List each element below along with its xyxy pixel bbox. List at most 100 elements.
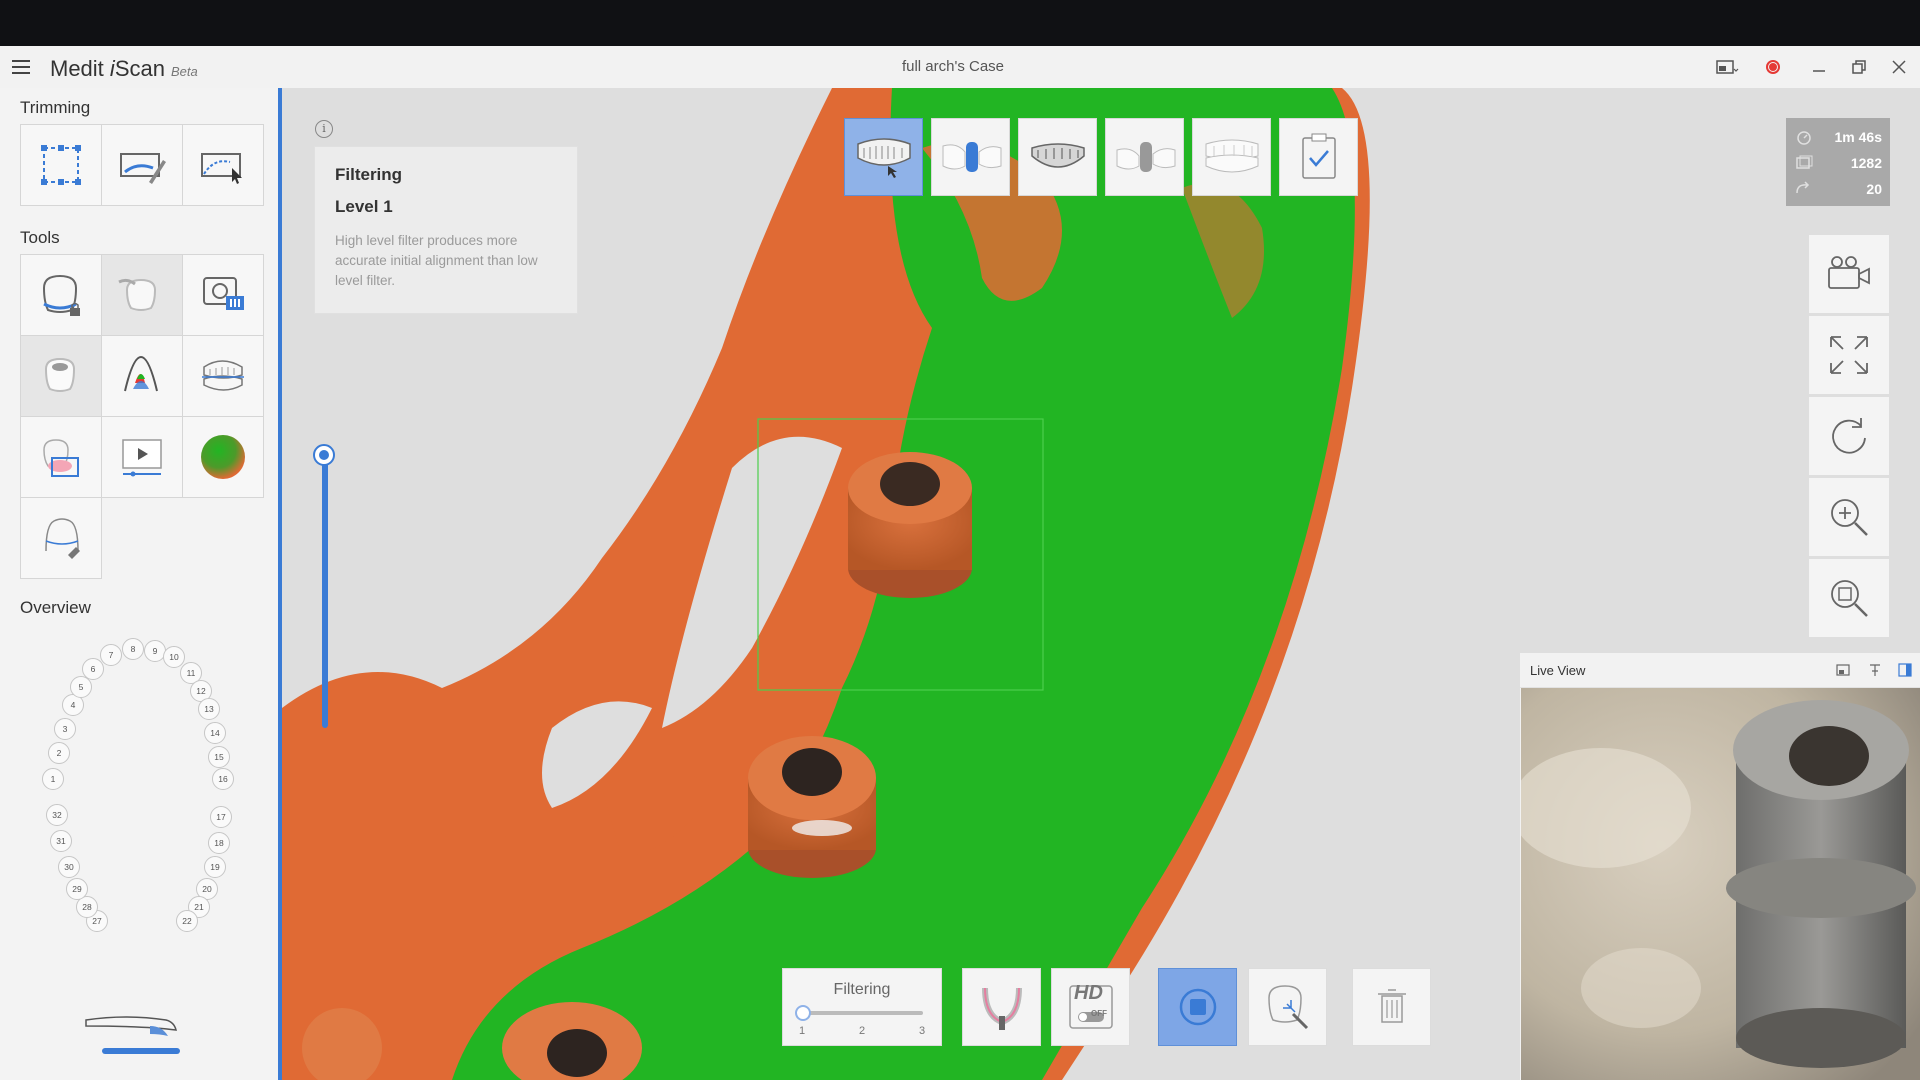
maxilla-stage-icon [856, 138, 911, 178]
tooth-3[interactable]: 3 [54, 718, 76, 740]
record-icon[interactable] [1760, 54, 1786, 80]
mandible-stage[interactable] [1018, 118, 1097, 196]
lock-area-icon [42, 274, 80, 316]
tools-grid [20, 254, 264, 579]
smart-tooth-tool[interactable] [21, 336, 102, 417]
brush-trim-tool[interactable] [102, 125, 183, 206]
tooth-8[interactable]: 8 [122, 638, 144, 660]
occlusion-tool[interactable] [183, 336, 264, 417]
tooth-22[interactable]: 22 [176, 910, 198, 932]
select-area-tool[interactable] [21, 125, 102, 206]
live-view-pin-icon[interactable] [1866, 661, 1884, 679]
tooth-32[interactable]: 32 [46, 804, 68, 826]
ai-filter-button[interactable] [1248, 968, 1327, 1046]
top-black-bar [0, 0, 1920, 46]
reset-view-button[interactable] [1808, 396, 1890, 476]
tooth-19[interactable]: 19 [204, 856, 226, 878]
mandible-stage-icon [1030, 143, 1085, 168]
maxilla-scanbody-stage[interactable] [931, 118, 1010, 196]
camera-view-button[interactable] [1808, 234, 1890, 314]
view-tools [1808, 234, 1890, 639]
tooth-31[interactable]: 31 [50, 830, 72, 852]
stat-rotations-value: 20 [1866, 181, 1882, 197]
live-view-header: Live View [1520, 653, 1920, 688]
case-title: full arch's Case [901, 58, 1005, 75]
reset-view-icon [1832, 418, 1866, 454]
fit-screen-button[interactable] [1808, 315, 1890, 395]
color-display-tool[interactable] [183, 417, 264, 498]
trimming-grid [20, 124, 264, 206]
filter-tick-1: 1 [799, 1025, 806, 1037]
filter-slider-track[interactable] [803, 1011, 923, 1015]
tooth-18[interactable]: 18 [208, 832, 230, 854]
margin-line-icon [45, 518, 80, 559]
trimming-title: Trimming [20, 98, 91, 117]
overview-title: Overview [20, 598, 91, 617]
color-display-icon [201, 435, 245, 479]
color-analysis-tool[interactable] [102, 336, 183, 417]
hd-sub-label: OFF [1091, 1009, 1107, 1018]
stat-time-value: 1m 46s [1834, 129, 1882, 145]
live-view-dock-icon[interactable] [1896, 661, 1914, 679]
tooth-7[interactable]: 7 [100, 644, 122, 666]
arch-scan-button[interactable] [962, 968, 1041, 1046]
tooth-2[interactable]: 2 [48, 742, 70, 764]
scan-stage-bar [844, 118, 1358, 196]
tools-title: Tools [20, 228, 60, 247]
rotation-icon [1796, 181, 1810, 194]
hd-toggle-button[interactable] [1051, 968, 1130, 1046]
tooth-29[interactable]: 29 [66, 878, 88, 900]
clipboard-check-icon [1301, 133, 1336, 179]
layout-switch-icon[interactable] [1714, 54, 1740, 80]
tooth-10[interactable]: 10 [163, 646, 185, 668]
stop-icon [1179, 988, 1216, 1026]
live-view-capture-icon[interactable] [1834, 661, 1852, 679]
tooth-15[interactable]: 15 [208, 746, 230, 768]
mandible-scanbody-stage[interactable] [1105, 118, 1184, 196]
color-analysis-icon [124, 355, 158, 392]
minimize-icon[interactable] [1806, 54, 1832, 80]
zoom-in-icon [1831, 499, 1868, 536]
live-view-camera-feed [1521, 688, 1920, 1080]
info-icon[interactable]: i [315, 120, 333, 138]
vertical-slider-handle[interactable] [313, 444, 335, 466]
stat-frames-value: 1282 [1850, 155, 1882, 171]
tooth-13[interactable]: 13 [198, 698, 220, 720]
tooth-14[interactable]: 14 [204, 722, 226, 744]
zoom-in-button[interactable] [1808, 477, 1890, 557]
margin-line-tool[interactable] [21, 498, 102, 579]
live-view-panel: Live View [1520, 653, 1920, 1080]
tooth-6[interactable]: 6 [82, 658, 104, 680]
tooth-17[interactable]: 17 [210, 806, 232, 828]
lasso-trim-tool[interactable] [183, 125, 264, 206]
filtering-control[interactable]: Filtering 1 2 3 [782, 968, 942, 1046]
close-icon[interactable] [1886, 54, 1912, 80]
frames-icon [1796, 155, 1813, 169]
camera-view-icon [1828, 256, 1870, 289]
tooth-16[interactable]: 16 [212, 768, 234, 790]
timer-icon [1797, 131, 1811, 145]
filter-slider-handle[interactable] [795, 1005, 811, 1021]
tooth-1[interactable]: 1 [42, 768, 64, 790]
complete-stage[interactable] [1279, 118, 1358, 196]
lock-area-tool[interactable] [21, 255, 102, 336]
screen-capture-tool[interactable] [183, 255, 264, 336]
restore-icon[interactable] [1846, 54, 1872, 80]
vertical-slider-track[interactable] [322, 450, 328, 728]
replay-tool[interactable] [102, 417, 183, 498]
scan-stats-panel: 1m 46s 1282 20 [1786, 118, 1890, 206]
occlusion-stage[interactable] [1192, 118, 1271, 196]
tooth-30[interactable]: 30 [58, 856, 80, 878]
tooth-tool[interactable] [102, 255, 183, 336]
trash-icon [1377, 989, 1406, 1023]
fit-screen-icon [1830, 336, 1868, 374]
zoom-fit-button[interactable] [1808, 558, 1890, 638]
filter-tick-3: 3 [919, 1025, 926, 1037]
filtering-info-card: Filtering Level 1 High level filter prod… [314, 146, 578, 314]
maxilla-stage[interactable] [844, 118, 923, 196]
live-view-title: Live View [1530, 663, 1586, 678]
overlay-compare-tool[interactable] [21, 417, 102, 498]
stop-scan-button[interactable] [1158, 968, 1237, 1046]
delete-button[interactable] [1352, 968, 1431, 1046]
info-description: High level filter produces more accurate… [335, 233, 538, 288]
